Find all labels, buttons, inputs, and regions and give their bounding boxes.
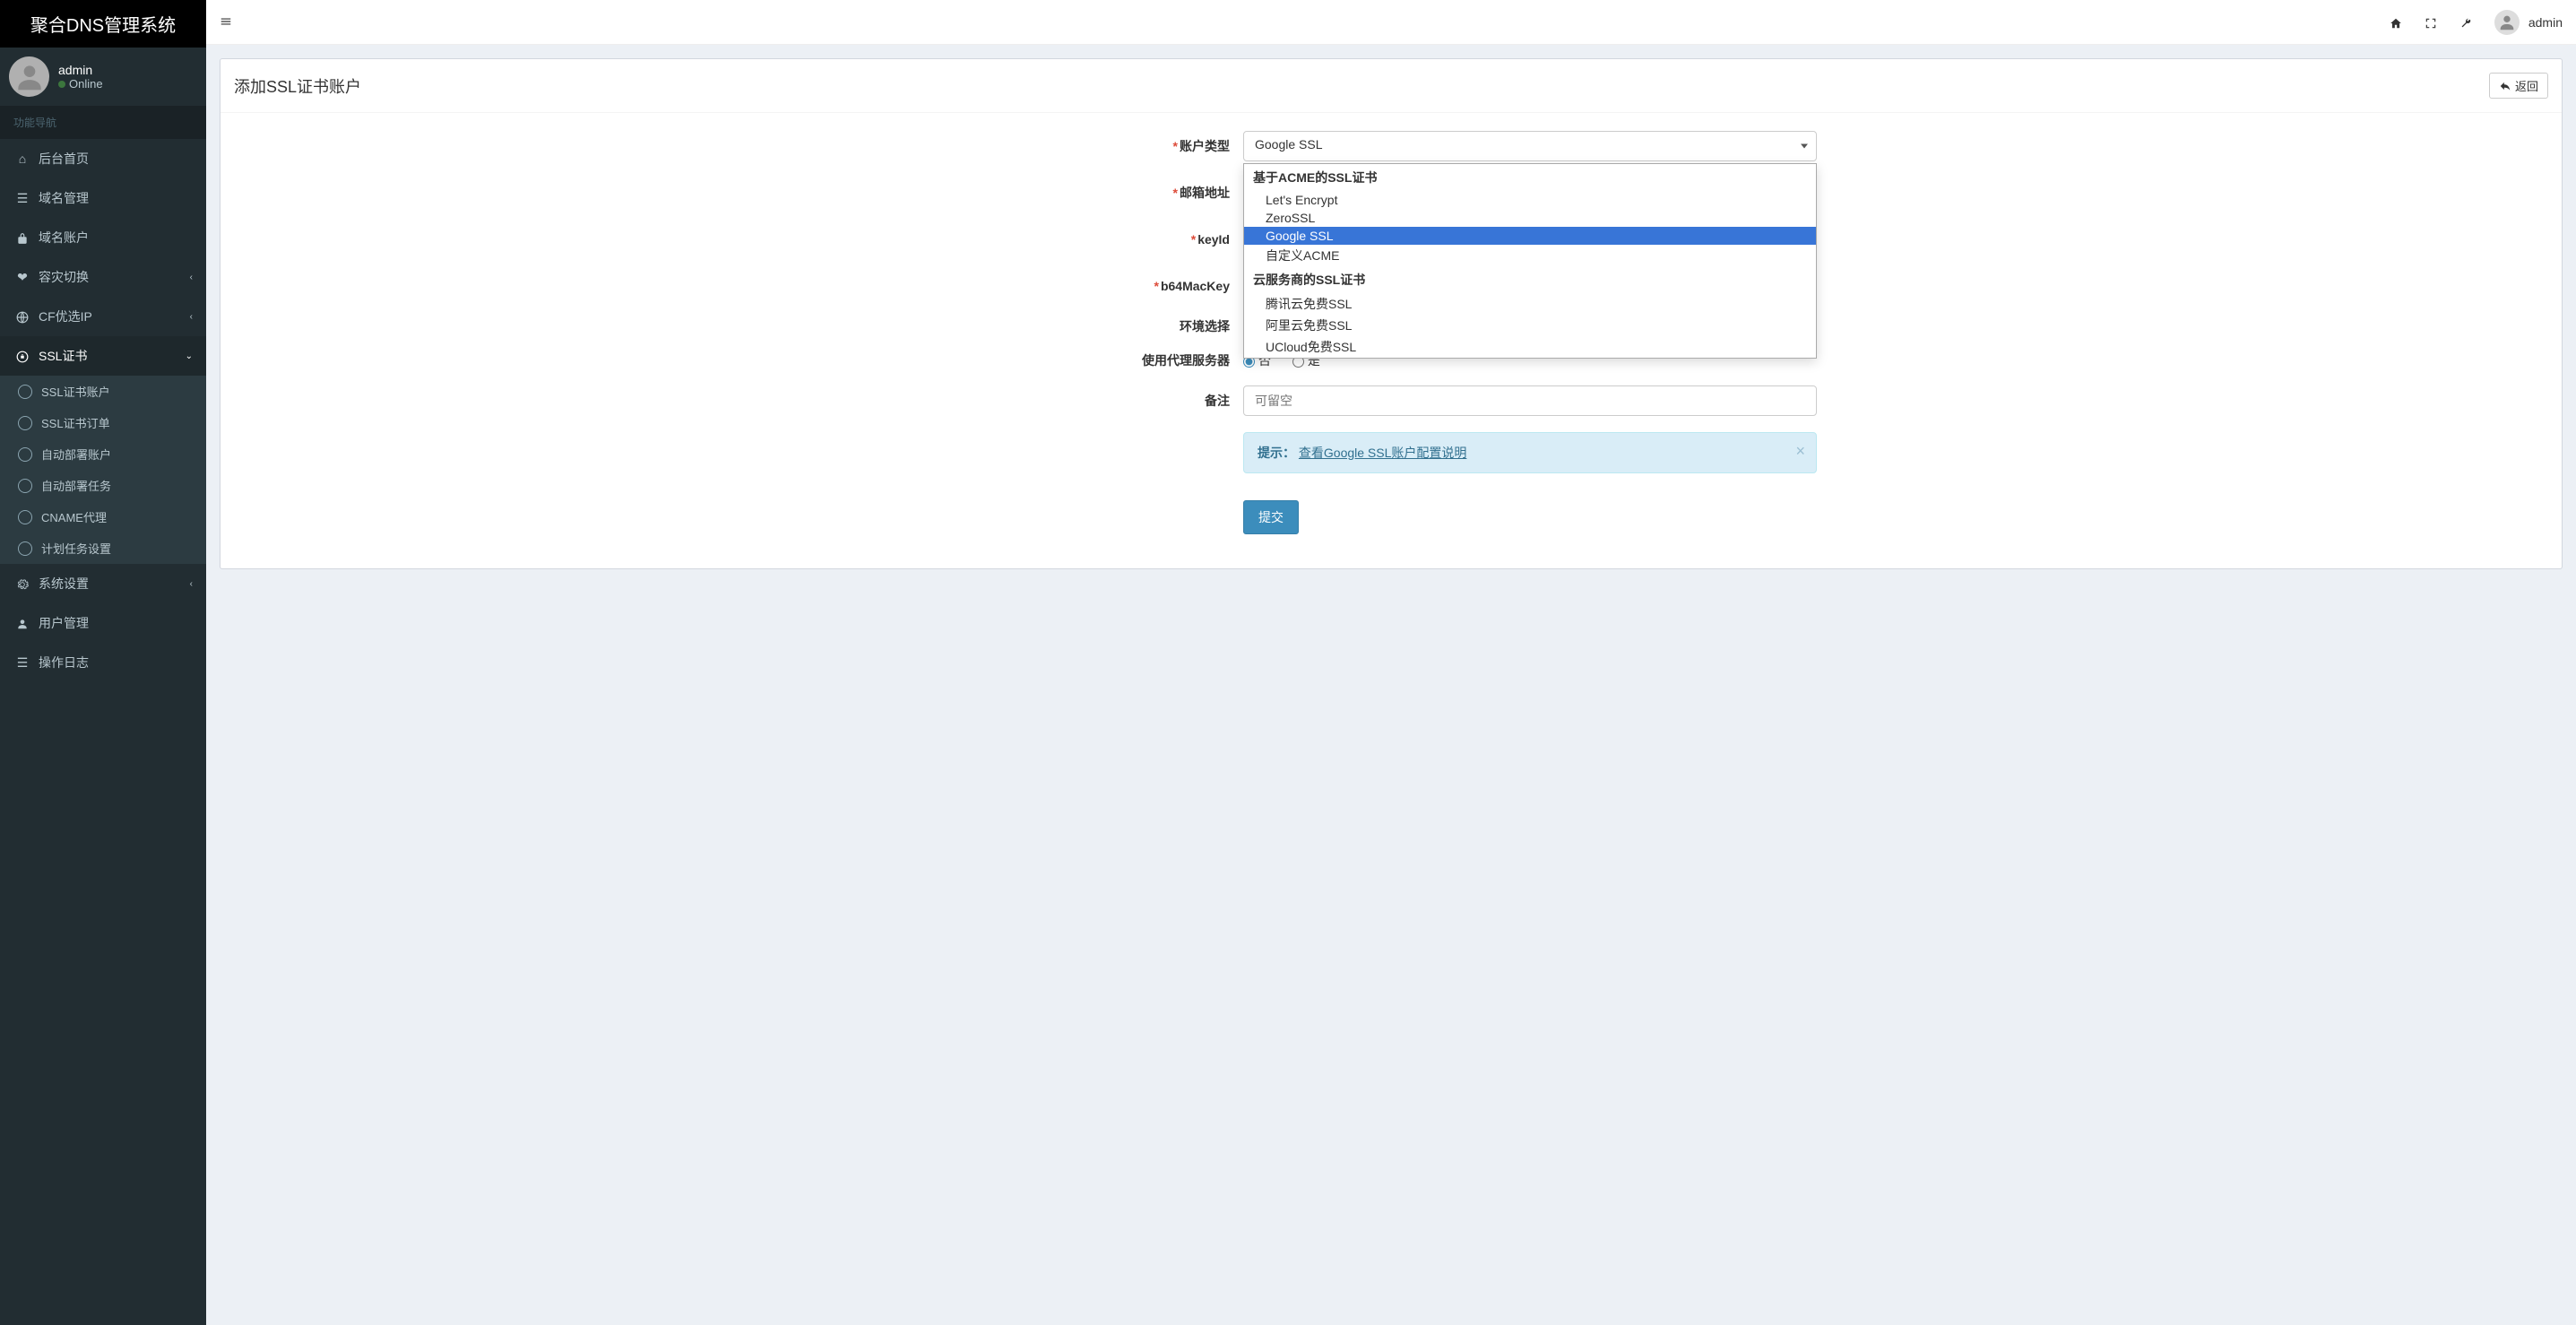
sidebar-item-users[interactable]: 用户管理 [0,603,206,643]
sidebar-sub-deploy-task[interactable]: 自动部署任务 [0,470,206,501]
sidebar-sub-cron[interactable]: 计划任务设置 [0,533,206,564]
sidebar-sub-cname-proxy[interactable]: CNAME代理 [0,501,206,533]
back-button[interactable]: 返回 [2489,73,2548,99]
sidebar-user-status: Online [58,77,103,91]
expand-icon [2425,17,2437,30]
option-custom-acme[interactable]: 自定义ACME [1244,245,1816,266]
optgroup-label: 基于ACME的SSL证书 [1244,164,1816,191]
account-type-select[interactable]: Google SSL [1243,131,1817,161]
option-ucloud-ssl[interactable]: UCloud免费SSL [1244,336,1816,358]
lock-icon [13,230,31,245]
bars-icon [220,15,232,28]
sidebar-item-ssl[interactable]: SSL证书⌄ [0,336,206,376]
ssl-icon [13,349,31,363]
home-icon [2390,17,2402,30]
nav-user-name: admin [2528,15,2563,30]
user-panel: admin Online [0,48,206,106]
nav-home-button[interactable] [2390,14,2402,29]
chevron-left-icon: ‹ [190,273,193,282]
option-google-ssl[interactable]: Google SSL [1244,227,1816,245]
label-email: *邮箱地址 [965,184,1243,202]
optgroup-label: 云服务商的SSL证书 [1244,266,1816,293]
circle-icon [18,510,32,524]
option-tencent-ssl[interactable]: 腾讯云免费SSL [1244,293,1816,315]
nav-user-menu[interactable]: admin [2494,10,2563,35]
chevron-down-icon: ⌄ [186,351,193,361]
option-zerossl[interactable]: ZeroSSL [1244,209,1816,227]
account-type-dropdown: 基于ACME的SSL证书 Let's Encrypt ZeroSSL Googl… [1243,163,1817,359]
reply-icon [2499,80,2511,92]
nav-fullscreen-button[interactable] [2425,14,2437,29]
circle-icon [18,479,32,493]
sidebar-item-domain-manage[interactable]: ☰域名管理 [0,178,206,218]
tip-label: 提示： [1258,446,1295,460]
wrench-icon [2459,17,2472,30]
sidebar-item-domain-account[interactable]: 域名账户 [0,218,206,257]
globe-icon [13,309,31,324]
sidebar-toggle-button[interactable] [220,14,232,30]
sidebar-item-settings[interactable]: 系统设置‹ [0,564,206,603]
status-dot-icon [58,81,65,88]
circle-icon [18,416,32,430]
avatar [9,56,49,97]
label-proxy: 使用代理服务器 [965,351,1243,369]
top-navbar: admin [206,0,2576,45]
list-icon: ☰ [13,191,31,206]
sidebar-user-name: admin [58,63,103,77]
sidebar: 聚合DNS管理系统 admin Online 功能导航 ⌂后台首页 ☰域名管理 … [0,0,206,1325]
chevron-left-icon: ‹ [190,579,193,589]
log-icon: ☰ [13,655,31,671]
circle-icon [18,385,32,399]
label-keyid: *keyId [965,232,1243,247]
form-box: 添加SSL证书账户 返回 *账户类型 Google SSL [220,58,2563,569]
submit-button[interactable]: 提交 [1243,500,1299,534]
label-remark: 备注 [965,392,1243,410]
sidebar-sub-ssl-account[interactable]: SSL证书账户 [0,376,206,407]
label-env: 环境选择 [965,317,1243,335]
option-lets-encrypt[interactable]: Let's Encrypt [1244,191,1816,209]
sidebar-sub-deploy-account[interactable]: 自动部署账户 [0,438,206,470]
circle-icon [18,447,32,462]
sidebar-item-logs[interactable]: ☰操作日志 [0,643,206,682]
app-logo[interactable]: 聚合DNS管理系统 [0,0,206,48]
cogs-icon [13,576,31,591]
heartbeat-icon: ❤ [13,270,31,285]
tip-alert: 提示： 查看Google SSL账户配置说明 × [1243,432,1817,473]
avatar [2494,10,2520,35]
chevron-left-icon: ‹ [190,312,193,322]
page-title: 添加SSL证书账户 [234,74,361,98]
tip-link[interactable]: 查看Google SSL账户配置说明 [1299,446,1467,460]
label-mackey: *b64MacKey [965,279,1243,293]
circle-icon [18,541,32,556]
remark-input[interactable] [1243,385,1817,416]
sidebar-item-home[interactable]: ⌂后台首页 [0,139,206,178]
sidebar-item-failover[interactable]: ❤容灾切换‹ [0,257,206,297]
sidebar-item-cf-ip[interactable]: CF优选IP‹ [0,297,206,336]
sidebar-sub-ssl-order[interactable]: SSL证书订单 [0,407,206,438]
nav-wrench-button[interactable] [2459,14,2472,29]
sidebar-section-header: 功能导航 [0,106,206,139]
option-aliyun-ssl[interactable]: 阿里云免费SSL [1244,315,1816,336]
label-account-type: *账户类型 [965,137,1243,155]
user-icon [13,616,31,630]
alert-close-button[interactable]: × [1795,442,1805,461]
home-icon: ⌂ [13,152,31,166]
